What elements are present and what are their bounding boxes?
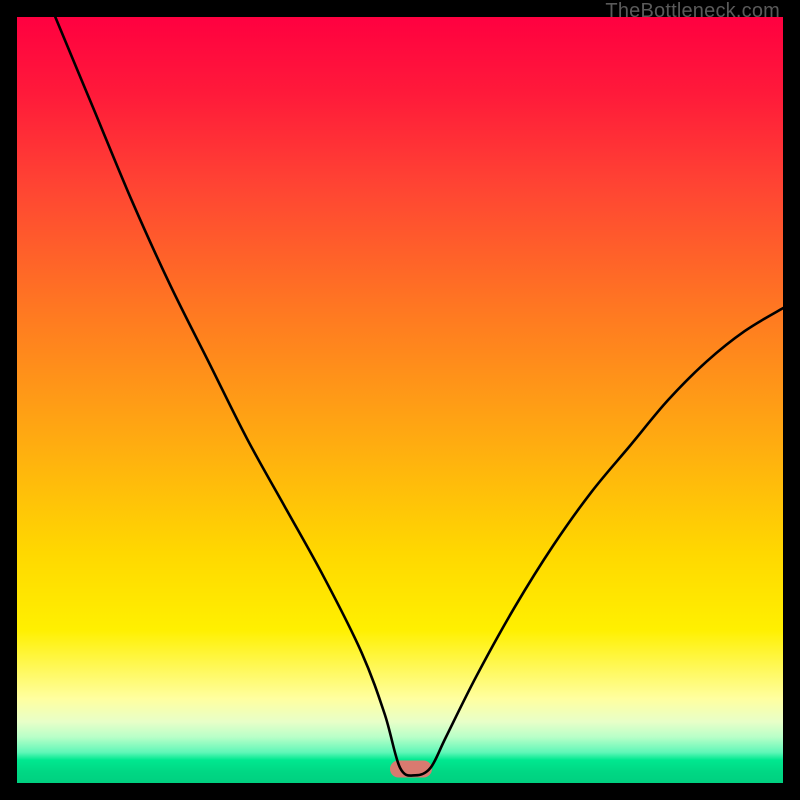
bottleneck-curve — [17, 17, 783, 783]
curve-path — [55, 17, 783, 776]
watermark-text: TheBottleneck.com — [605, 0, 780, 23]
plot-area — [17, 17, 783, 783]
chart-frame: TheBottleneck.com — [0, 0, 800, 800]
